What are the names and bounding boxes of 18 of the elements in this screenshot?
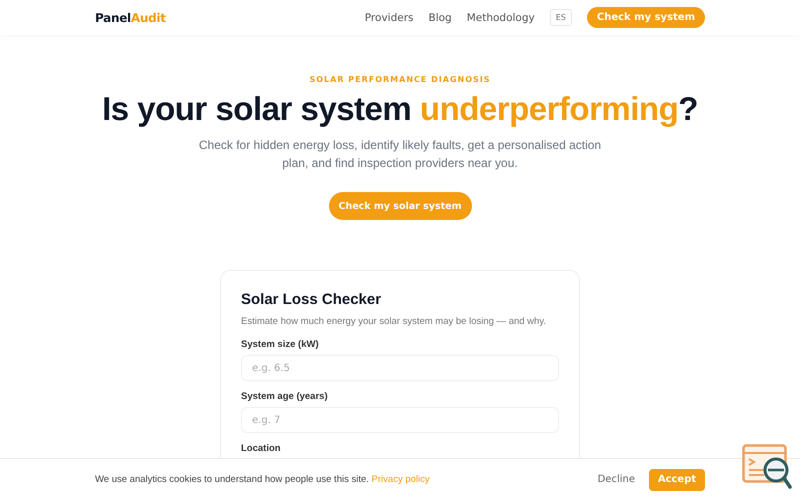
inspection-widget-icon[interactable]: [742, 444, 792, 490]
decline-button[interactable]: Decline: [592, 470, 641, 489]
input-field[interactable]: e.g. 6.5: [241, 355, 559, 381]
hero-subtitle: Check for hidden energy loss, identify likely faults, get a personalised action plan, and find inspection providers near you.: [198, 137, 602, 172]
field-label: System age (years): [241, 391, 329, 402]
input-field[interactable]: e.g. 7: [241, 407, 559, 433]
card-description: Estimate how much energy your solar system may be losing — and why.: [241, 316, 548, 327]
language-button[interactable]: ES: [550, 9, 572, 26]
nav-link[interactable]: Methodology: [466, 12, 535, 24]
cookie-text: We use analytics cookies to understand how people use this site. Privacy policy: [95, 474, 430, 485]
logo[interactable]: PanelAudit: [95, 10, 166, 24]
field-label: Location: [241, 443, 282, 454]
card-title: Solar Loss Checker: [241, 291, 382, 308]
nav-link[interactable]: Providers: [364, 12, 414, 24]
hero-heading: Is your solar system underperforming?: [102, 90, 698, 128]
nav-link[interactable]: Blog: [428, 12, 452, 24]
field-label: System size (kW): [241, 339, 320, 350]
eyebrow-text: SOLAR PERFORMANCE DIAGNOSIS: [309, 75, 491, 84]
